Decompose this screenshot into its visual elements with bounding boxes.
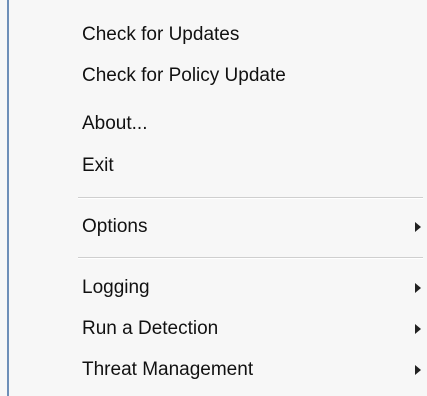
chevron-right-icon: [415, 365, 421, 375]
menu-item-run-a-detection[interactable]: Run a Detection: [70, 311, 427, 347]
chevron-right-icon: [415, 222, 421, 232]
context-menu: Check for Updates Check for Policy Updat…: [0, 0, 427, 396]
menu-item-label: Exit: [82, 155, 114, 176]
menu-item-threat-management[interactable]: Threat Management: [70, 352, 427, 388]
menu-separator: [78, 257, 423, 259]
menu-item-label: Check for Updates: [82, 24, 240, 45]
menu-item-label: Options: [82, 216, 148, 237]
menu-item-about[interactable]: About...: [70, 106, 427, 142]
chevron-right-icon: [415, 283, 421, 293]
menu-item-exit[interactable]: Exit: [70, 148, 427, 184]
chevron-right-icon: [415, 324, 421, 334]
menu-separator: [78, 197, 423, 199]
menu-item-logging[interactable]: Logging: [70, 270, 427, 306]
menu-item-label: Check for Policy Update: [82, 65, 286, 86]
menu-item-label: Threat Management: [82, 359, 254, 380]
menu-item-check-for-policy-update[interactable]: Check for Policy Update: [70, 58, 427, 94]
menu-item-check-for-updates[interactable]: Check for Updates: [70, 17, 427, 53]
menu-left-border: [7, 0, 9, 396]
menu-item-label: About...: [82, 113, 148, 134]
menu-item-label: Logging: [82, 277, 150, 298]
menu-item-label: Run a Detection: [82, 318, 219, 339]
menu-item-options[interactable]: Options: [70, 209, 427, 245]
